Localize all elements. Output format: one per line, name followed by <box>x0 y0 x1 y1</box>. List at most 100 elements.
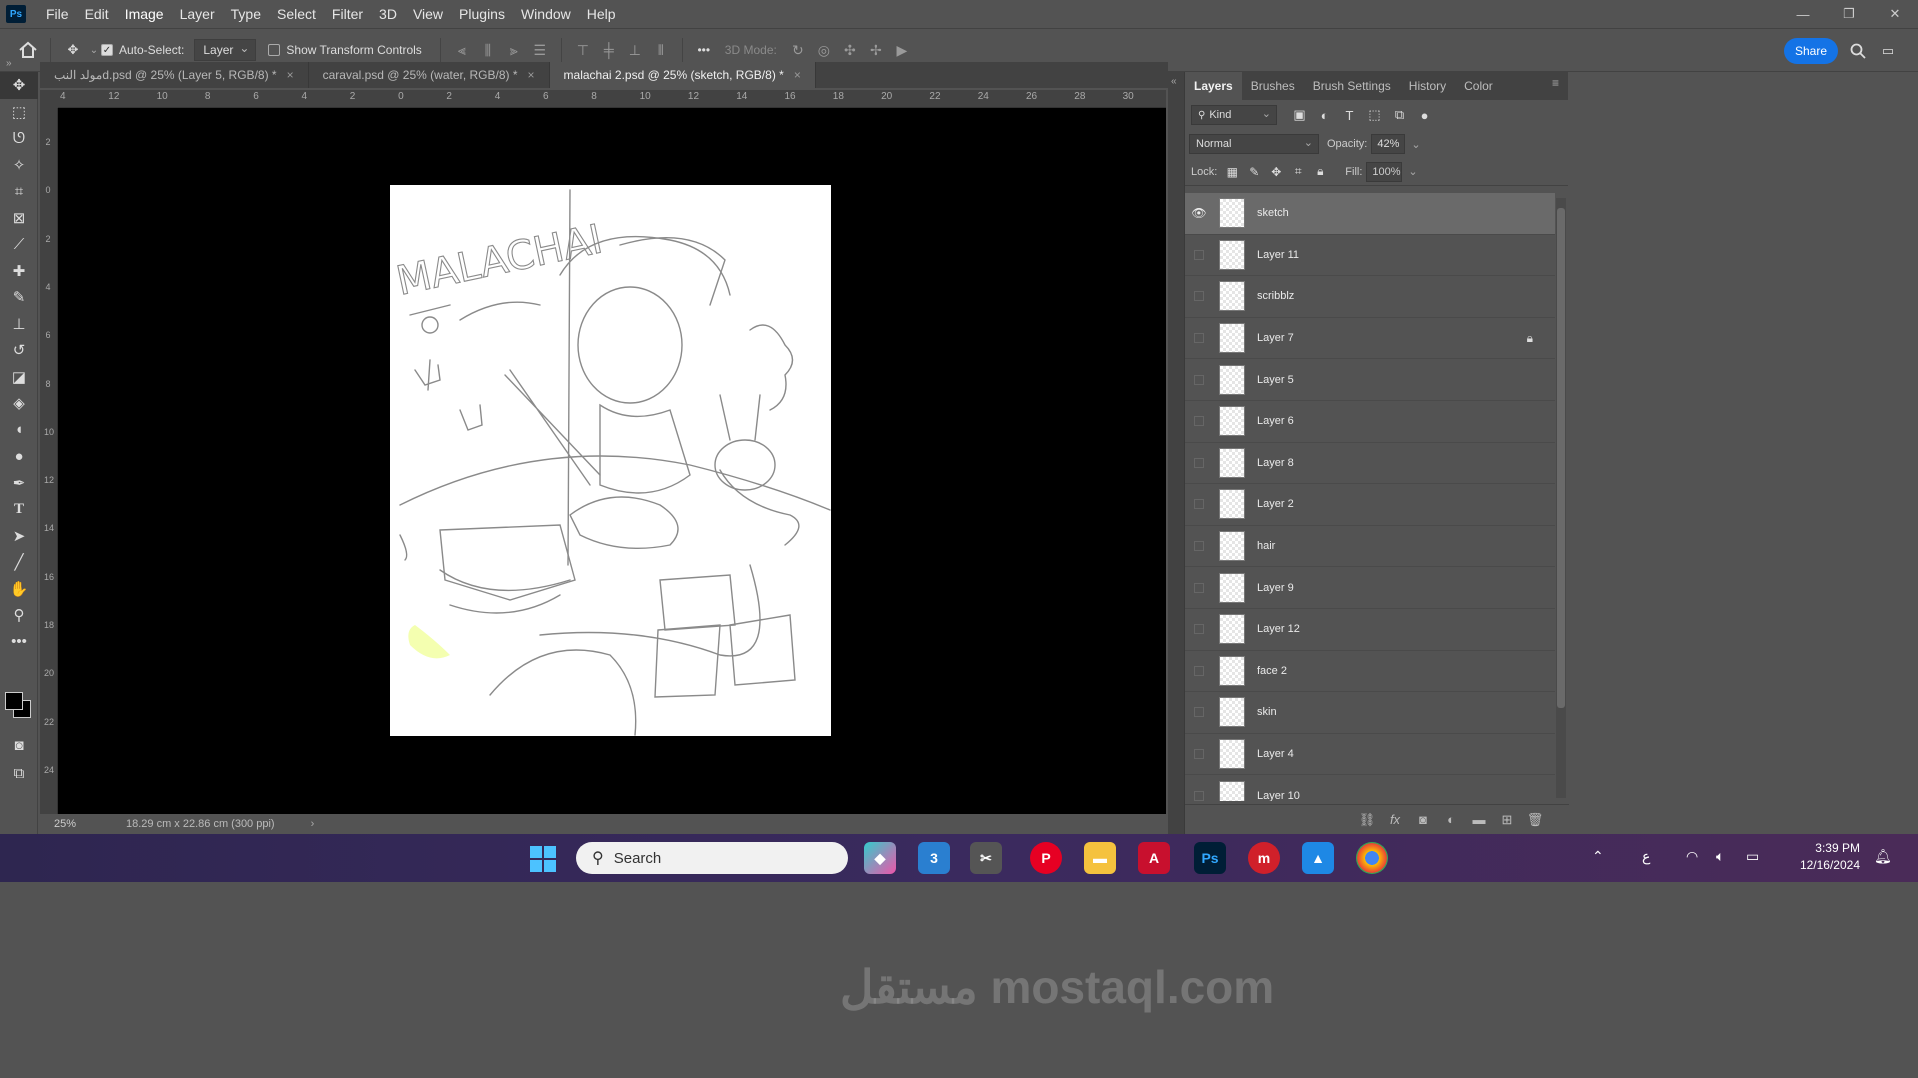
3d-pan-icon[interactable]: ✣ <box>837 37 863 63</box>
clock[interactable]: 3:39 PM 12/16/2024 <box>1780 840 1860 874</box>
panel-menu-icon[interactable]: ≡ <box>1552 76 1559 90</box>
battery-icon[interactable]: ▭ <box>1746 848 1759 865</box>
ruler-vertical[interactable]: 2 0 2 4 6 8 10 12 14 16 18 20 22 24 <box>40 108 58 814</box>
photoshop-logo-icon[interactable]: Ps <box>6 5 26 23</box>
layer-name[interactable]: Layer 6 <box>1257 415 1294 427</box>
filter-toggle-icon[interactable]: ● <box>1412 108 1437 123</box>
layer-row[interactable]: Layer 7 🔒︎ <box>1185 318 1555 360</box>
layer-row[interactable]: Layer 5 <box>1185 359 1555 401</box>
share-button[interactable]: Share <box>1784 38 1838 64</box>
document-tab[interactable]: malachai 2.psd @ 25% (sketch, RGB/8) * × <box>549 62 816 88</box>
collapse-panels-icon[interactable]: « <box>1168 72 1184 91</box>
paint-bucket-tool-icon[interactable]: ◈ <box>0 390 38 417</box>
foreground-color-swatch[interactable] <box>5 692 23 710</box>
visibility-toggle[interactable] <box>1185 484 1213 525</box>
visibility-toggle[interactable] <box>1185 775 1213 801</box>
visibility-toggle[interactable] <box>1185 651 1213 692</box>
healing-brush-tool-icon[interactable]: ✚ <box>0 258 38 285</box>
restore-icon[interactable]: ❐ <box>1826 0 1872 28</box>
new-group-icon[interactable]: ▬ <box>1465 812 1493 827</box>
menu-item-plugins[interactable]: Plugins <box>451 0 513 28</box>
move-tool-icon[interactable]: ✥ <box>59 36 87 64</box>
workspace-icon[interactable]: ▭ <box>1874 37 1902 65</box>
minimize-icon[interactable]: — <box>1780 0 1826 28</box>
layer-style-icon[interactable]: fx <box>1381 812 1409 827</box>
dodge-tool-icon[interactable]: ● <box>0 443 38 470</box>
eyedropper-tool-icon[interactable]: ⟋ <box>0 231 38 258</box>
fill-input[interactable]: 100% <box>1366 161 1403 182</box>
scrollbar-thumb[interactable] <box>1557 208 1565 708</box>
visibility-toggle[interactable] <box>1185 567 1213 608</box>
hand-tool-icon[interactable]: ✋ <box>0 576 38 603</box>
align-top-icon[interactable]: ⊤ <box>570 37 596 63</box>
close-icon[interactable]: ✕ <box>1872 0 1918 28</box>
layer-row[interactable]: hair <box>1185 526 1555 568</box>
layer-name[interactable]: hair <box>1257 540 1275 552</box>
chevron-down-icon[interactable]: ⌄ <box>1411 138 1420 151</box>
filter-pixel-icon[interactable]: ▣ <box>1287 107 1312 123</box>
layer-name[interactable]: face 2 <box>1257 665 1287 677</box>
align-bottom-icon[interactable]: ⊥ <box>622 37 648 63</box>
close-tab-icon[interactable]: × <box>528 68 535 82</box>
ruler-horizontal[interactable]: 4 12 10 8 6 4 2 0 2 4 6 8 10 12 14 16 18 20 22 24 26 28 30 <box>58 90 1166 108</box>
new-layer-icon[interactable]: ⊞ <box>1493 812 1521 828</box>
type-tool-icon[interactable]: T <box>0 496 38 523</box>
lock-artboard-icon[interactable]: ⌗ <box>1287 164 1309 179</box>
lock-icon[interactable]: 🔒︎ <box>1527 331 1533 346</box>
3d-slide-icon[interactable]: ✢ <box>863 37 889 63</box>
visibility-toggle[interactable] <box>1185 692 1213 733</box>
panel-tab-brushes[interactable]: Brushes <box>1242 72 1304 100</box>
move-tool-icon[interactable]: ✥ <box>0 72 38 99</box>
medibang-app-icon[interactable]: m <box>1248 842 1280 874</box>
filter-type-icon[interactable]: T <box>1337 108 1362 123</box>
layer-name[interactable]: Layer 7 <box>1257 332 1294 344</box>
blur-tool-icon[interactable]: ◖ <box>0 417 38 444</box>
visibility-toggle[interactable] <box>1185 443 1213 484</box>
volume-icon[interactable]: 🔈︎ <box>1716 848 1724 865</box>
3d-camera-icon[interactable]: ▶ <box>889 37 915 63</box>
acrobat-app-icon[interactable]: A <box>1138 842 1170 874</box>
copilot-app-icon[interactable]: ◆ <box>864 842 896 874</box>
lasso-tool-icon[interactable]: ᘎ <box>0 125 38 152</box>
add-mask-icon[interactable]: ◙ <box>1409 812 1437 827</box>
lock-position-icon[interactable]: ✥ <box>1265 165 1287 179</box>
layer-name[interactable]: Layer 11 <box>1257 249 1299 261</box>
marquee-tool-icon[interactable]: ⬚ <box>0 99 38 126</box>
toolbar-collapse-icon[interactable]: » <box>0 58 38 72</box>
visibility-toggle[interactable] <box>1185 734 1213 775</box>
more-tools-icon[interactable]: ••• <box>0 629 38 656</box>
layer-name[interactable]: Layer 4 <box>1257 748 1294 760</box>
lock-all-icon[interactable]: 🔒︎ <box>1309 164 1331 179</box>
stamp-tool-icon[interactable]: ⊥ <box>0 311 38 338</box>
visibility-toggle[interactable] <box>1185 526 1213 567</box>
photoshop-app-icon[interactable]: Ps <box>1194 842 1226 874</box>
delete-layer-icon[interactable]: 🗑︎ <box>1521 812 1549 828</box>
color-swatches[interactable] <box>5 692 35 722</box>
layer-name[interactable]: scribblz <box>1257 290 1294 302</box>
layer-row[interactable]: face 2 <box>1185 651 1555 693</box>
layer-row[interactable]: Layer 10 <box>1185 775 1555 801</box>
auto-select-checkbox[interactable]: ✓ <box>101 44 113 56</box>
tray-chevron-icon[interactable]: ⌃ <box>1592 848 1604 865</box>
menu-item-3d[interactable]: 3D <box>371 0 405 28</box>
close-tab-icon[interactable]: × <box>794 68 801 82</box>
canvas-area[interactable]: MALACHAI <box>58 108 1166 814</box>
close-tab-icon[interactable]: × <box>287 68 294 82</box>
menu-item-file[interactable]: File <box>38 0 77 28</box>
layer-name[interactable]: Layer 5 <box>1257 374 1294 386</box>
chevron-down-icon[interactable]: ⌄ <box>1408 165 1417 178</box>
filter-kind-dropdown[interactable]: ⚲ Kind <box>1191 105 1277 125</box>
visibility-toggle[interactable] <box>1185 359 1213 400</box>
show-transform-checkbox[interactable] <box>268 44 281 56</box>
menu-item-view[interactable]: View <box>405 0 451 28</box>
align-left-icon[interactable]: ⫷ <box>449 37 475 63</box>
filter-shape-icon[interactable]: ⬚ <box>1362 107 1387 123</box>
taskbar-search[interactable]: ⚲ Search <box>576 842 848 874</box>
layer-row[interactable]: Layer 6 <box>1185 401 1555 443</box>
search-icon[interactable] <box>1844 37 1872 65</box>
panel-tab-layers[interactable]: Layers <box>1185 72 1242 100</box>
windows-start-icon[interactable] <box>530 846 556 872</box>
status-expand-icon[interactable]: › <box>311 818 315 830</box>
menu-item-edit[interactable]: Edit <box>77 0 117 28</box>
visibility-toggle[interactable] <box>1185 318 1213 359</box>
